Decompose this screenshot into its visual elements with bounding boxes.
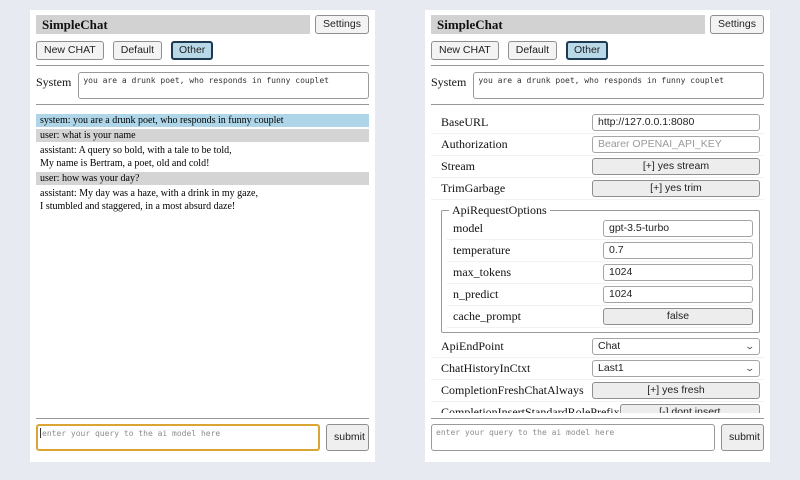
api-request-options-fieldset: ApiRequestOptions model temperature max_… (441, 203, 760, 333)
completion-insert-role-prefix-toggle-button[interactable]: [-] dont insert (620, 404, 760, 413)
setting-label: temperature (453, 243, 510, 258)
sessions-row: New CHAT Default Other (36, 41, 369, 60)
text-caret (40, 428, 41, 438)
chevron-down-icon: ⌄ (745, 364, 756, 373)
chat-messages-area: system: you are a drunk poet, who respon… (36, 112, 369, 413)
divider (431, 65, 764, 66)
user-query-input[interactable] (431, 424, 715, 451)
setting-label: ApiEndPoint (441, 339, 504, 354)
divider (431, 418, 764, 419)
system-label: System (36, 72, 71, 90)
max-tokens-input[interactable] (603, 264, 753, 281)
setting-label: max_tokens (453, 265, 511, 280)
settings-button[interactable]: Settings (315, 15, 369, 34)
query-input-wrap (431, 424, 715, 456)
settings-area: BaseURL Authorization Stream [+] yes str… (431, 112, 764, 413)
setting-row-apiendpoint: ApiEndPoint Chat ⌄ (431, 336, 764, 358)
divider (36, 65, 369, 66)
system-label: System (431, 72, 466, 90)
setting-row-stream: Stream [+] yes stream (431, 156, 764, 178)
setting-label: model (453, 221, 483, 236)
setting-row-temperature: temperature (447, 240, 753, 262)
setting-label: Authorization (441, 137, 508, 152)
cache-prompt-toggle-button[interactable]: false (603, 308, 753, 325)
divider (36, 418, 369, 419)
new-chat-button[interactable]: New CHAT (431, 41, 499, 60)
divider (431, 104, 764, 105)
query-row: submit (36, 424, 369, 456)
temperature-input[interactable] (603, 242, 753, 259)
setting-row-trimgarbage: TrimGarbage [+] yes trim (431, 178, 764, 200)
chat-message-user: user: how was your day? (36, 172, 369, 185)
setting-label: CompletionFreshChatAlways (441, 383, 584, 398)
settings-panel: SimpleChat Settings New CHAT Default Oth… (425, 10, 770, 462)
session-button-other[interactable]: Other (171, 41, 213, 60)
system-prompt-input[interactable]: you are a drunk poet, who responds in fu… (473, 72, 764, 99)
divider (36, 104, 369, 105)
query-input-wrap (36, 424, 320, 456)
new-chat-button[interactable]: New CHAT (36, 41, 104, 60)
setting-label: TrimGarbage (441, 181, 505, 196)
setting-row-authorization: Authorization (431, 134, 764, 156)
fieldset-legend: ApiRequestOptions (449, 203, 550, 218)
app-title: SimpleChat (36, 15, 310, 34)
chat-message-user: user: what is your name (36, 129, 369, 142)
header-row: SimpleChat Settings (36, 15, 369, 34)
submit-button[interactable]: submit (326, 424, 369, 451)
setting-row-completioninsertstandardroleprefix: CompletionInsertStandardRolePrefix [-] d… (431, 402, 764, 413)
setting-label: Stream (441, 159, 475, 174)
session-button-default[interactable]: Default (508, 41, 557, 60)
setting-row-completionfreshchatalways: CompletionFreshChatAlways [+] yes fresh (431, 380, 764, 402)
user-query-input[interactable] (36, 424, 320, 451)
header-row: SimpleChat Settings (431, 15, 764, 34)
setting-row-max-tokens: max_tokens (447, 262, 753, 284)
n-predict-input[interactable] (603, 286, 753, 303)
setting-label: BaseURL (441, 115, 488, 130)
setting-row-cache-prompt: cache_prompt false (447, 306, 753, 328)
setting-label: ChatHistoryInCtxt (441, 361, 530, 376)
chat-panel: SimpleChat Settings New CHAT Default Oth… (30, 10, 375, 462)
settings-button[interactable]: Settings (710, 15, 764, 34)
chat-message-assistant: assistant: A query so bold, with a tale … (36, 144, 369, 170)
setting-row-chathistoryinctxt: ChatHistoryInCtxt Last1 ⌄ (431, 358, 764, 380)
trimgarbage-toggle-button[interactable]: [+] yes trim (592, 180, 760, 197)
setting-row-model: model (447, 218, 753, 240)
baseurl-input[interactable] (592, 114, 760, 131)
setting-label: cache_prompt (453, 309, 521, 324)
system-prompt-row: System you are a drunk poet, who respond… (431, 72, 764, 99)
chat-history-in-ctxt-select[interactable]: Last1 ⌄ (592, 360, 760, 377)
chevron-down-icon: ⌄ (745, 342, 756, 351)
selected-option: Last1 (598, 362, 624, 374)
system-prompt-input[interactable]: you are a drunk poet, who responds in fu… (78, 72, 369, 99)
model-input[interactable] (603, 220, 753, 237)
stream-toggle-button[interactable]: [+] yes stream (592, 158, 760, 175)
session-button-default[interactable]: Default (113, 41, 162, 60)
chat-message-system: system: you are a drunk poet, who respon… (36, 114, 369, 127)
authorization-input[interactable] (592, 136, 760, 153)
system-prompt-row: System you are a drunk poet, who respond… (36, 72, 369, 99)
completion-fresh-chat-toggle-button[interactable]: [+] yes fresh (592, 382, 760, 399)
setting-label: CompletionInsertStandardRolePrefix (441, 405, 620, 413)
selected-option: Chat (598, 340, 620, 352)
sessions-row: New CHAT Default Other (431, 41, 764, 60)
query-row: submit (431, 424, 764, 456)
setting-label: n_predict (453, 287, 498, 302)
chat-message-assistant: assistant: My day was a haze, with a dri… (36, 187, 369, 213)
session-button-other[interactable]: Other (566, 41, 608, 60)
setting-row-baseurl: BaseURL (431, 112, 764, 134)
app-title: SimpleChat (431, 15, 705, 34)
submit-button[interactable]: submit (721, 424, 764, 451)
api-endpoint-select[interactable]: Chat ⌄ (592, 338, 760, 355)
setting-row-n-predict: n_predict (447, 284, 753, 306)
